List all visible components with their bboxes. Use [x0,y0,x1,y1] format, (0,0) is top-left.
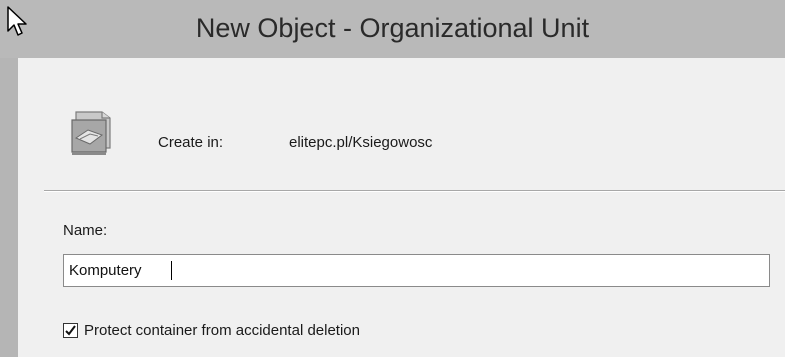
title-bar[interactable]: New Object - Organizational Unit [0,0,785,58]
window-title: New Object - Organizational Unit [195,13,590,43]
protect-container-checkbox[interactable] [63,322,78,338]
text-caret [171,261,172,280]
mouse-pointer-icon [7,6,27,36]
name-label: Name: [63,222,108,239]
name-input[interactable] [63,254,770,287]
protect-container-option[interactable]: Protect container from accidental deleti… [63,319,360,341]
create-in-path: elitepc.pl/Ksiegowosc [289,134,433,151]
dialog-body: Create in: elitepc.pl/Ksiegowosc Name: P… [18,58,785,357]
organizational-unit-icon [71,111,111,155]
divider [44,190,785,192]
protect-container-label: Protect container from accidental deleti… [84,321,360,339]
create-in-label: Create in: [158,134,224,151]
window-left-edge [0,58,18,357]
checkmark-icon [65,324,76,336]
